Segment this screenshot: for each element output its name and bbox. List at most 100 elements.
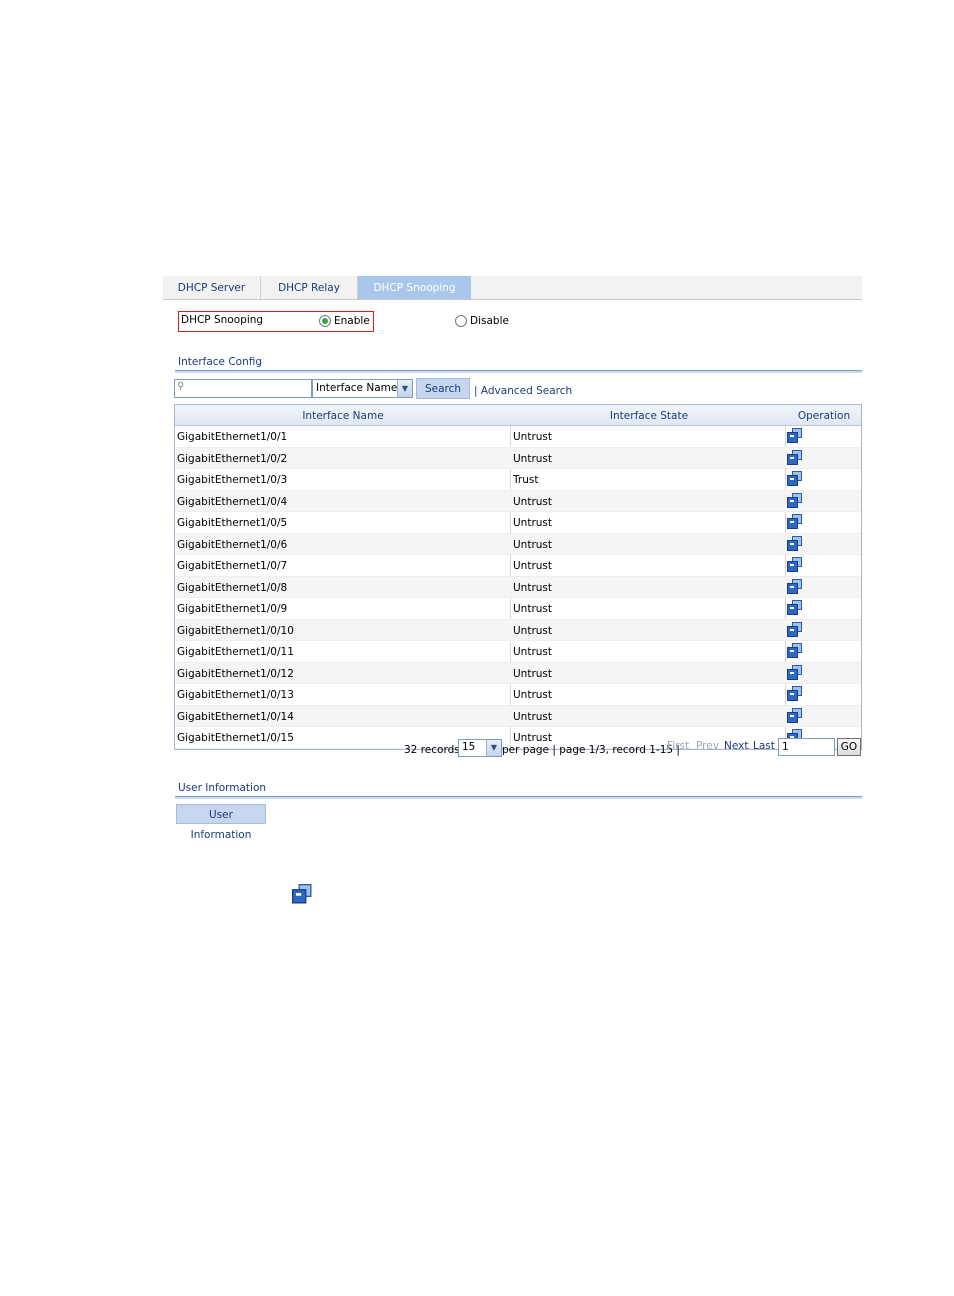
operation-cell [787,600,802,620]
search-input[interactable] [187,380,307,395]
go-button[interactable]: GO [837,738,861,756]
interface-state-cell: Untrust [513,452,553,465]
edit-icon[interactable] [787,621,802,637]
operation-cell [787,621,802,642]
edit-icon[interactable] [787,643,802,658]
search-button[interactable]: Search [416,378,470,399]
operation-cell [787,707,802,728]
edit-icon[interactable] [787,578,802,594]
edit-icon[interactable] [787,471,802,486]
operation-cell [787,686,802,706]
advanced-search-label[interactable]: Advanced Search [481,385,572,397]
operation-cell [787,664,802,685]
interface-state-cell: Untrust [513,624,553,637]
pager-next[interactable]: Next [724,740,748,752]
chevron-down-icon[interactable]: ▼ [486,740,501,756]
enable-radio-option[interactable]: Enable [319,315,370,327]
edit-icon[interactable] [787,428,802,443]
interface-state-cell: Untrust [513,581,553,594]
table-row: GigabitEthernet1/0/4 Untrust [175,490,861,513]
disable-radio-option[interactable]: Disable [455,315,509,327]
edit-icon[interactable] [787,686,802,701]
disable-radio[interactable] [455,315,467,327]
search-input-box[interactable]: ⚲ [174,379,312,398]
interface-state-cell: Untrust [513,689,553,701]
interface-name-cell: GigabitEthernet1/0/4 [177,495,288,508]
table-row: GigabitEthernet1/0/7 Untrust [175,555,861,577]
pager-last[interactable]: Last [753,740,775,752]
search-field-select[interactable]: Interface Name ▼ [312,379,413,398]
interface-state-cell: Untrust [513,517,553,529]
snooping-highlight-box: DHCP Snooping Enable [178,311,374,332]
interface-state-cell: Untrust [513,603,553,615]
edit-icon[interactable] [787,514,802,529]
interface-name-cell: GigabitEthernet1/0/11 [177,646,294,658]
edit-icon[interactable] [787,707,802,723]
records-count: 32 records, [404,744,464,756]
table-row: GigabitEthernet1/0/6 Untrust [175,533,861,556]
interface-name-cell: GigabitEthernet1/0/9 [177,603,288,615]
interface-name-cell: GigabitEthernet1/0/12 [177,667,294,680]
table-row: GigabitEthernet1/0/9 Untrust [175,598,861,620]
table-row: GigabitEthernet1/0/3 Trust [175,469,861,491]
header-interface-state: Interface State [609,410,689,422]
edit-icon[interactable] [787,492,802,508]
pager-prev[interactable]: Prev [696,740,719,752]
tab-dhcp-server[interactable]: DHCP Server [163,276,261,299]
operation-cell [787,471,802,491]
interface-state-cell: Untrust [513,431,553,443]
table-body: GigabitEthernet1/0/1 Untrust GigabitEthern… [175,426,861,749]
search-field-value: Interface Name [316,382,398,394]
operation-cell [787,514,802,534]
interface-name-cell: GigabitEthernet1/0/7 [177,560,288,572]
chevron-down-icon[interactable]: ▼ [397,380,412,397]
advanced-search-link[interactable]: | Advanced Search [474,385,572,397]
table-row: GigabitEthernet1/0/1 Untrust [175,426,861,448]
table-row: GigabitEthernet1/0/12 Untrust [175,662,861,685]
interface-name-cell: GigabitEthernet1/0/1 [177,431,288,443]
table-row: GigabitEthernet1/0/13 Untrust [175,684,861,706]
enable-label: Enable [334,315,370,327]
table-row: GigabitEthernet1/0/10 Untrust [175,619,861,642]
interface-name-cell: GigabitEthernet1/0/10 [177,624,294,637]
user-information-title: User Information [178,782,267,794]
pager-first[interactable]: First [667,740,689,752]
page-info: per page | page 1/3, record 1-15 | [502,744,680,756]
header-operation: Operation [797,410,851,422]
interface-name-cell: GigabitEthernet1/0/8 [177,581,288,594]
interface-state-cell: Trust [513,474,539,486]
table-row: GigabitEthernet1/0/5 Untrust [175,512,861,534]
header-interface-name: Interface Name [302,410,384,422]
interface-name-cell: GigabitEthernet1/0/13 [177,689,294,701]
table-row: GigabitEthernet1/0/8 Untrust [175,576,861,598]
edit-icon[interactable] [787,557,802,572]
operation-cell [787,492,802,513]
interface-name-cell: GigabitEthernet1/0/3 [177,474,288,486]
interface-state-cell: Untrust [513,538,553,551]
page-number-input[interactable]: 1 [778,738,835,756]
operation-cell [787,557,802,577]
tab-dhcp-relay[interactable]: DHCP Relay [261,276,358,299]
edit-icon [292,884,312,904]
edit-icon[interactable] [787,535,802,551]
operation-cell [787,449,802,470]
per-page-select[interactable]: 15 ▼ [458,739,502,757]
interface-state-cell: Untrust [513,560,553,572]
edit-icon[interactable] [787,449,802,465]
page-number-value: 1 [782,741,789,753]
user-information-button[interactable]: User Information [176,804,266,841]
interface-name-cell: GigabitEthernet1/0/5 [177,517,288,529]
edit-icon[interactable] [787,664,802,680]
table-header: Interface Name Interface State Operation [175,405,861,426]
operation-cell [787,643,802,663]
interface-config-title: Interface Config [178,356,263,368]
edit-icon[interactable] [787,600,802,615]
table-row: GigabitEthernet1/0/2 Untrust [175,447,861,470]
table-row: GigabitEthernet1/0/14 Untrust [175,705,861,728]
enable-radio[interactable] [319,315,331,327]
tab-dhcp-snooping[interactable]: DHCP Snooping [358,276,471,299]
section-divider [175,796,862,799]
operation-cell [787,535,802,556]
tab-bar: DHCP Server DHCP Relay DHCP Snooping [163,276,862,300]
interface-state-cell: Untrust [513,646,553,658]
